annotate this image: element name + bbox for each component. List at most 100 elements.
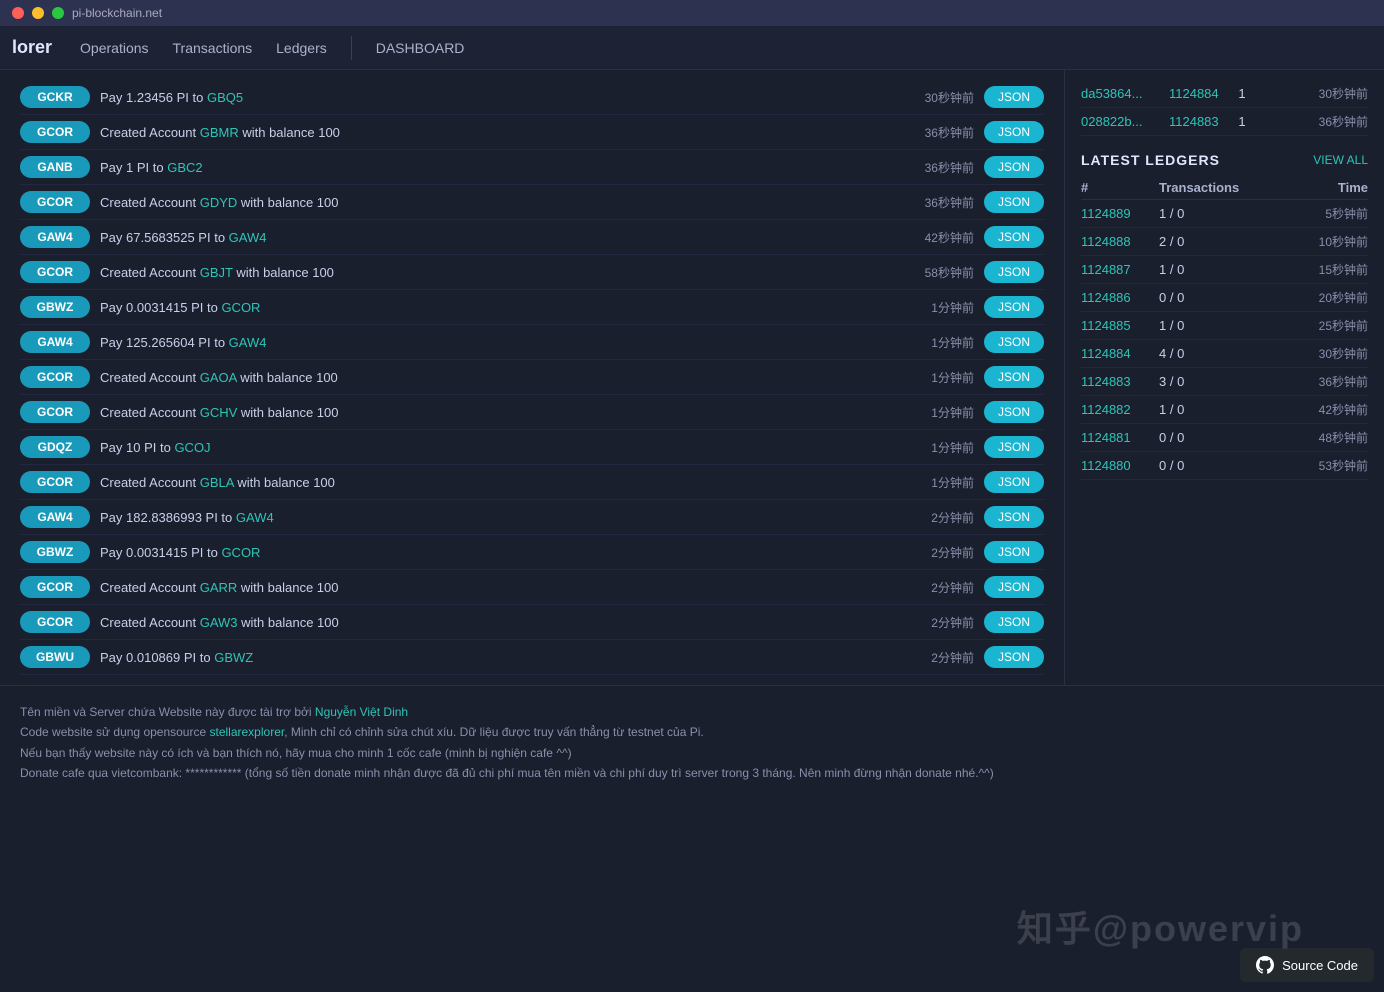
- tx-time: 36秒钟前: [1260, 113, 1368, 130]
- op-badge[interactable]: GBWZ: [20, 541, 90, 563]
- json-button[interactable]: JSON: [984, 506, 1044, 528]
- recent-transactions: da53864...1124884130秒钟前028822b...1124883…: [1081, 80, 1368, 136]
- op-link[interactable]: GDYD: [200, 195, 238, 210]
- ledger-txs: 4 / 0: [1159, 346, 1209, 361]
- json-button[interactable]: JSON: [984, 296, 1044, 318]
- op-badge[interactable]: GBWU: [20, 646, 90, 668]
- op-link[interactable]: GAW4: [229, 230, 267, 245]
- ledger-id[interactable]: 1124884: [1081, 346, 1151, 361]
- json-button[interactable]: JSON: [984, 576, 1044, 598]
- op-description: Created Account GAW3 with balance 100: [100, 615, 894, 630]
- nav-transactions[interactable]: Transactions: [173, 36, 253, 60]
- ledger-txs: 1 / 0: [1159, 402, 1209, 417]
- op-link[interactable]: GBQ5: [207, 90, 243, 105]
- json-button[interactable]: JSON: [984, 611, 1044, 633]
- op-link[interactable]: GAOA: [200, 370, 237, 385]
- operation-row: GAW4Pay 67.5683525 PI to GAW442秒钟前JSON: [20, 220, 1044, 255]
- op-badge[interactable]: GAW4: [20, 226, 90, 248]
- op-badge[interactable]: GCOR: [20, 191, 90, 213]
- ledger-id[interactable]: 1124883: [1081, 374, 1151, 389]
- op-badge[interactable]: GBWZ: [20, 296, 90, 318]
- tx-hash[interactable]: 028822b...: [1081, 114, 1161, 129]
- op-link[interactable]: GBC2: [167, 160, 202, 175]
- op-link[interactable]: GBWZ: [214, 650, 253, 665]
- op-link[interactable]: GAW3: [200, 615, 238, 630]
- json-button[interactable]: JSON: [984, 191, 1044, 213]
- ledger-txs: 0 / 0: [1159, 290, 1209, 305]
- ledger-id[interactable]: 1124881: [1081, 430, 1151, 445]
- json-button[interactable]: JSON: [984, 156, 1044, 178]
- op-link[interactable]: GCHV: [200, 405, 238, 420]
- ledger-row: 11248833 / 036秒钟前: [1081, 368, 1368, 396]
- tx-ledger[interactable]: 1124884: [1169, 86, 1224, 101]
- op-badge[interactable]: GANB: [20, 156, 90, 178]
- ledger-row: 11248844 / 030秒钟前: [1081, 340, 1368, 368]
- op-link[interactable]: GBLA: [200, 475, 234, 490]
- footer-line4: Donate cafe qua vietcombank: ***********…: [20, 763, 1364, 783]
- tx-hash[interactable]: da53864...: [1081, 86, 1161, 101]
- op-suffix: with balance 100: [234, 475, 335, 490]
- nav-dashboard[interactable]: DASHBOARD: [376, 40, 465, 56]
- ledger-id[interactable]: 1124889: [1081, 206, 1151, 221]
- op-badge[interactable]: GCKR: [20, 86, 90, 108]
- ledger-id[interactable]: 1124885: [1081, 318, 1151, 333]
- ledger-id[interactable]: 1124887: [1081, 262, 1151, 277]
- json-button[interactable]: JSON: [984, 436, 1044, 458]
- nav-operations[interactable]: Operations: [80, 36, 148, 60]
- op-link[interactable]: GARR: [200, 580, 238, 595]
- operation-row: GDQZPay 10 PI to GCOJ1分钟前JSON: [20, 430, 1044, 465]
- footer-link-stellar[interactable]: stellarexplorer: [210, 725, 285, 739]
- op-time: 36秒钟前: [904, 194, 974, 211]
- op-suffix: with balance 100: [237, 580, 338, 595]
- view-all-ledgers[interactable]: VIEW ALL: [1313, 153, 1368, 167]
- json-button[interactable]: JSON: [984, 401, 1044, 423]
- op-link[interactable]: GBMR: [200, 125, 239, 140]
- nav-logo[interactable]: lorer: [12, 37, 52, 58]
- op-link[interactable]: GBJT: [200, 265, 233, 280]
- op-time: 1分钟前: [904, 299, 974, 316]
- ledger-row: 11248860 / 020秒钟前: [1081, 284, 1368, 312]
- op-link[interactable]: GCOR: [221, 545, 260, 560]
- ledger-rows: 11248891 / 05秒钟前11248882 / 010秒钟前1124887…: [1081, 200, 1368, 480]
- op-badge[interactable]: GCOR: [20, 401, 90, 423]
- json-button[interactable]: JSON: [984, 86, 1044, 108]
- ledger-id[interactable]: 1124880: [1081, 458, 1151, 473]
- op-badge[interactable]: GCOR: [20, 471, 90, 493]
- json-button[interactable]: JSON: [984, 366, 1044, 388]
- json-button[interactable]: JSON: [984, 226, 1044, 248]
- ledger-id[interactable]: 1124886: [1081, 290, 1151, 305]
- ledger-time: 5秒钟前: [1217, 205, 1368, 222]
- op-badge[interactable]: GDQZ: [20, 436, 90, 458]
- json-button[interactable]: JSON: [984, 121, 1044, 143]
- op-badge[interactable]: GCOR: [20, 576, 90, 598]
- json-button[interactable]: JSON: [984, 331, 1044, 353]
- ledger-txs: 2 / 0: [1159, 234, 1209, 249]
- ledger-id[interactable]: 1124882: [1081, 402, 1151, 417]
- op-link[interactable]: GAW4: [236, 510, 274, 525]
- op-badge[interactable]: GCOR: [20, 261, 90, 283]
- op-description: Pay 1 PI to GBC2: [100, 160, 894, 175]
- op-description: Pay 125.265604 PI to GAW4: [100, 335, 894, 350]
- footer-link-author[interactable]: Nguyễn Việt Dinh: [315, 705, 408, 719]
- source-code-button[interactable]: Source Code: [1240, 948, 1374, 982]
- close-dot: [12, 7, 24, 19]
- op-link[interactable]: GAW4: [229, 335, 267, 350]
- json-button[interactable]: JSON: [984, 646, 1044, 668]
- op-badge[interactable]: GCOR: [20, 366, 90, 388]
- tx-ledger[interactable]: 1124883: [1169, 114, 1224, 129]
- op-time: 2分钟前: [904, 544, 974, 561]
- json-button[interactable]: JSON: [984, 541, 1044, 563]
- op-badge[interactable]: GAW4: [20, 331, 90, 353]
- op-badge[interactable]: GCOR: [20, 611, 90, 633]
- recent-tx-row: 028822b...1124883136秒钟前: [1081, 108, 1368, 136]
- ledger-id[interactable]: 1124888: [1081, 234, 1151, 249]
- op-time: 42秒钟前: [904, 229, 974, 246]
- op-link[interactable]: GCOR: [221, 300, 260, 315]
- json-button[interactable]: JSON: [984, 261, 1044, 283]
- json-button[interactable]: JSON: [984, 471, 1044, 493]
- op-link[interactable]: GCOJ: [174, 440, 210, 455]
- op-badge[interactable]: GCOR: [20, 121, 90, 143]
- op-badge[interactable]: GAW4: [20, 506, 90, 528]
- github-icon: [1256, 956, 1274, 974]
- nav-ledgers[interactable]: Ledgers: [276, 36, 327, 60]
